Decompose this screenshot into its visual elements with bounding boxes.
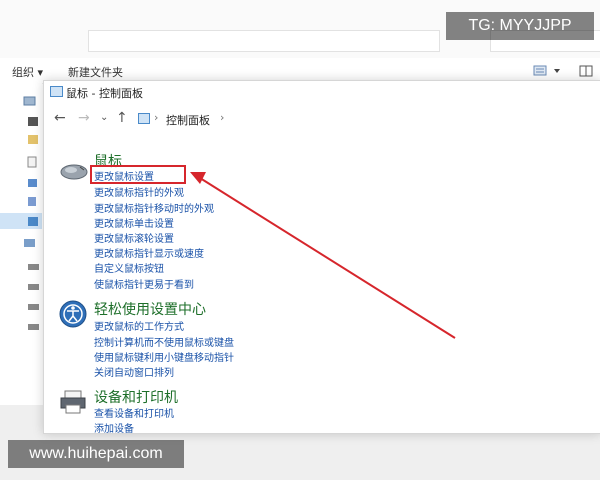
music-nav-icon (28, 197, 36, 206)
new-folder-button[interactable]: 新建文件夹 (68, 64, 123, 80)
link-mouse-keys[interactable]: 使用鼠标键利用小键盘移动指针 (94, 349, 234, 364)
drive-nav-icon (28, 284, 39, 290)
group-title-devices-printers[interactable]: 设备和打印机 (94, 387, 178, 407)
computer-nav-icon (23, 96, 36, 106)
link-change-mouse-works[interactable]: 更改鼠标的工作方式 (94, 318, 184, 333)
control-panel-window: 鼠标 - 控制面板 ← → ⌄ ↑ › 控制面板 › 鼠标 更改鼠标设置 更改鼠… (43, 80, 600, 434)
watermark-tg: TG: MYYJJPP (446, 12, 594, 40)
background-address-field[interactable] (88, 30, 440, 52)
navigation-bar: ← → ⌄ ↑ › 控制面板 › (44, 107, 600, 131)
folder-nav-icon (28, 135, 38, 144)
network-nav-icon (24, 239, 35, 247)
nav-pane-icons (0, 96, 42, 330)
window-title: 鼠标 - 控制面板 (66, 87, 143, 100)
link-change-wheel-settings[interactable]: 更改鼠标滚轮设置 (94, 230, 174, 245)
drive-nav-icon (28, 264, 39, 270)
link-change-pointer-appearance[interactable]: 更改鼠标指针的外观 (94, 184, 184, 199)
view-options-icon[interactable] (533, 65, 547, 76)
folder-nav-icon (28, 117, 38, 126)
link-customize-mouse-buttons[interactable]: 自定义鼠标按钮 (94, 260, 164, 275)
printer-icon (60, 390, 86, 414)
forward-arrow-icon[interactable]: → (78, 109, 90, 127)
back-arrow-icon[interactable]: ← (54, 109, 66, 127)
up-arrow-icon[interactable]: ↑ (116, 109, 128, 127)
control-panel-icon (50, 86, 63, 97)
breadcrumb-separator[interactable]: › (154, 111, 158, 124)
link-change-pointer-moving-appearance[interactable]: 更改鼠标指针移动时的外观 (94, 200, 214, 215)
annotation-highlight-box (90, 165, 186, 184)
recent-locations-icon[interactable]: ⌄ (100, 109, 108, 127)
link-change-pointer-display-speed[interactable]: 更改鼠标指针显示或速度 (94, 245, 204, 260)
preview-pane-icon[interactable] (579, 65, 593, 77)
folder-nav-icon (28, 217, 38, 226)
ease-of-access-icon (59, 300, 87, 328)
drive-nav-icon (28, 304, 39, 310)
watermark-site: www.huihepai.com (8, 440, 184, 468)
breadcrumb-item-control-panel[interactable]: 控制面板 (166, 112, 210, 128)
control-panel-icon (138, 113, 150, 124)
link-view-devices-printers[interactable]: 查看设备和打印机 (94, 405, 174, 420)
drive-nav-icon (28, 324, 39, 330)
document-nav-icon (27, 156, 37, 168)
organize-menu[interactable]: 组织 ▾ (12, 64, 43, 80)
link-change-click-settings[interactable]: 更改鼠标单击设置 (94, 215, 174, 230)
window-titlebar[interactable]: 鼠标 - 控制面板 (44, 81, 600, 103)
link-turn-off-auto-arrange[interactable]: 关闭自动窗口排列 (94, 364, 174, 379)
group-title-ease-of-access[interactable]: 轻松使用设置中心 (94, 299, 206, 319)
view-options-controls[interactable] (532, 63, 598, 79)
link-add-device[interactable]: 添加设备 (94, 420, 134, 433)
link-make-pointer-easier-to-see[interactable]: 使鼠标指针更易于看到 (94, 276, 194, 291)
download-nav-icon (28, 179, 37, 187)
view-dropdown-icon[interactable] (554, 69, 560, 73)
breadcrumb[interactable]: › 控制面板 › (134, 109, 574, 129)
link-control-without-mouse-keyboard[interactable]: 控制计算机而不使用鼠标或键盘 (94, 334, 234, 349)
breadcrumb-separator[interactable]: › (220, 111, 224, 124)
mouse-icon (60, 164, 88, 180)
